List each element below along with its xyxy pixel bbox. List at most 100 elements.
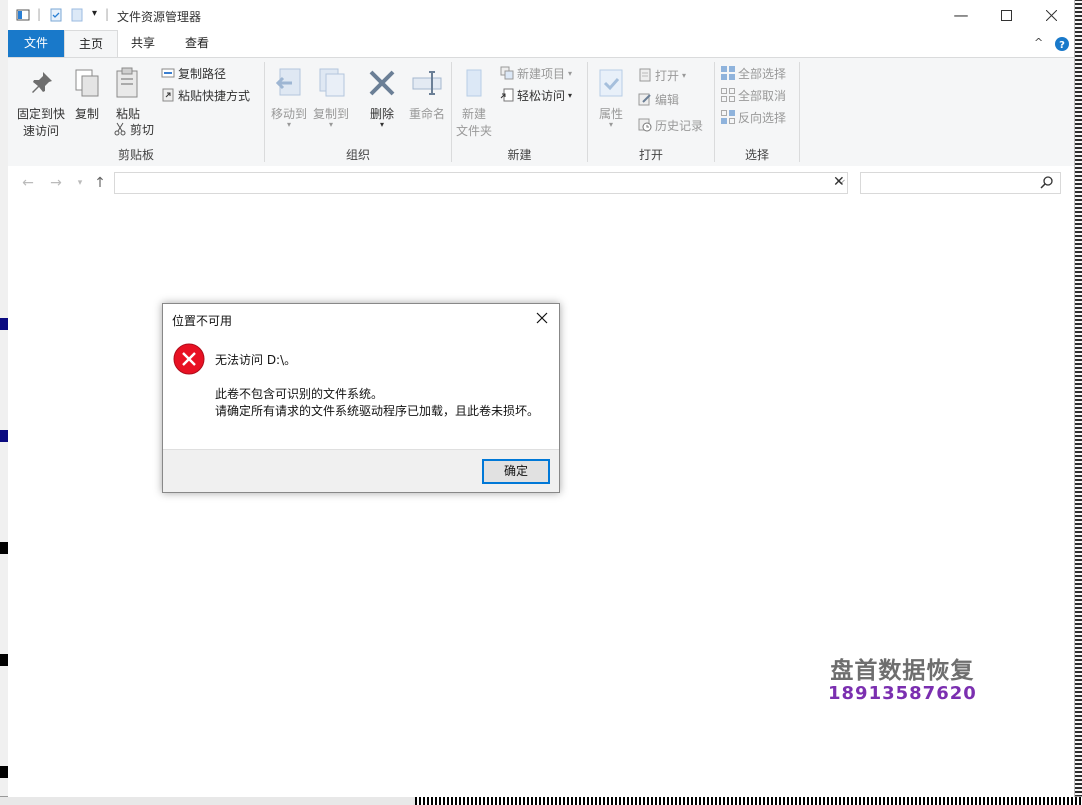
maximize-button[interactable] [983, 0, 1029, 30]
invert-selection-icon [721, 110, 735, 124]
app-icon [16, 9, 30, 21]
close-icon [536, 312, 548, 324]
forward-arrow-icon: → [50, 175, 62, 191]
select-group: 全部选择 全部取消 反向选择 选择 [715, 58, 799, 166]
select-all-button[interactable]: 全部选择 [721, 64, 786, 82]
edit-button[interactable]: 编辑 [638, 90, 679, 108]
window-title: 文件资源管理器 [117, 10, 202, 24]
scissors-icon [114, 122, 126, 136]
paste-shortcut-label: 粘贴快捷方式 [178, 88, 251, 103]
select-group-label: 选择 [744, 148, 769, 162]
close-icon [1045, 9, 1057, 21]
copy-icon [75, 69, 99, 97]
minimize-button[interactable]: — [938, 0, 984, 30]
background-stripe [0, 542, 8, 554]
minimize-icon: — [953, 6, 969, 24]
ribbon-tabs: 文件 主页 共享 查看 ^ ? [8, 30, 1074, 58]
group-separator [799, 62, 800, 162]
paste-shortcut-icon [162, 88, 174, 102]
select-none-button[interactable]: 全部取消 [721, 86, 786, 104]
background-window-edge-right [1074, 0, 1082, 805]
back-button[interactable]: ← [18, 174, 38, 192]
delete-button[interactable]: 删除 ▾ [365, 66, 399, 129]
pin-icon [32, 72, 52, 93]
forward-button[interactable]: → [46, 174, 66, 192]
open-button[interactable]: 打开 ▾ [638, 66, 686, 84]
rename-label: 重命名 [408, 107, 445, 121]
new-folder-icon [466, 69, 482, 97]
file-list-area[interactable] [8, 200, 1074, 797]
rename-icon [412, 71, 442, 95]
watermark: 盘首数据恢复 18913587620 [828, 651, 977, 704]
cut-button[interactable]: 剪切 [113, 120, 154, 138]
open-group: 属性 ▾ 打开 ▾ 编辑 历史记录 打开 [588, 58, 714, 166]
organize-group-label: 组织 [345, 148, 370, 162]
tab-share[interactable]: 共享 [116, 30, 170, 57]
title-bar: | ▾ | 文件资源管理器 — [8, 0, 1074, 30]
properties-qa-icon[interactable] [49, 8, 63, 22]
back-arrow-icon: ← [22, 175, 34, 191]
paste-icon [116, 67, 138, 98]
copy-to-button[interactable]: 复制到 ▾ [311, 66, 351, 129]
copy-label: 复制 [74, 107, 99, 121]
maximize-icon [1000, 9, 1012, 21]
copy-button[interactable]: 复制 [70, 66, 104, 122]
up-button[interactable]: ↑ [90, 174, 110, 192]
pin-quick-access-button[interactable]: 固定到快 速访问 [12, 66, 70, 139]
qa-separator: | [105, 7, 110, 21]
tab-home[interactable]: 主页 [64, 30, 118, 58]
customize-qa-icon[interactable]: ▾ [92, 8, 97, 19]
tab-view[interactable]: 查看 [170, 30, 224, 57]
paste-button[interactable]: 粘贴 [111, 66, 145, 122]
copy-path-button[interactable]: 复制路径 [161, 64, 226, 82]
copy-to-icon [319, 68, 345, 97]
background-taskbar-edge [0, 796, 1082, 805]
new-folder-qa-icon[interactable] [70, 8, 84, 22]
edit-label: 编辑 [655, 92, 680, 107]
up-arrow-icon: ↑ [94, 175, 106, 191]
new-folder-label-1: 新建 [461, 107, 486, 121]
move-to-button[interactable]: 移动到 ▾ [269, 66, 309, 129]
watermark-company: 盘首数据恢复 [830, 658, 975, 684]
address-bar[interactable]: ⌵ [114, 172, 848, 194]
close-button[interactable] [1028, 0, 1074, 30]
delete-x-icon [369, 70, 395, 96]
clipboard-group: 固定到快 速访问 复制 粘贴 复制路径 粘贴快捷方式 剪切 剪贴板 [8, 58, 264, 166]
background-stripe [0, 766, 8, 778]
properties-icon [599, 69, 623, 97]
select-none-icon [721, 88, 735, 102]
search-box[interactable] [860, 172, 1061, 194]
tab-file[interactable]: 文件 [8, 30, 64, 57]
clear-address-icon[interactable]: ✕ [833, 174, 845, 190]
ok-button[interactable]: 确定 [482, 459, 550, 484]
history-button[interactable]: 历史记录 [638, 116, 703, 134]
navigation-bar: ← → ▾ ↑ ⌵ ✕ [8, 166, 1074, 200]
dialog-footer: 确定 [163, 449, 559, 492]
select-all-icon [721, 66, 735, 80]
invert-selection-button[interactable]: 反向选择 [721, 108, 786, 126]
history-label: 历史记录 [655, 118, 704, 133]
new-group-label: 新建 [507, 148, 532, 162]
invert-selection-label: 反向选择 [738, 110, 787, 125]
help-icon[interactable]: ? [1055, 37, 1069, 51]
error-icon [173, 343, 205, 375]
collapse-ribbon-icon[interactable]: ^ [1034, 36, 1043, 49]
dialog-message: 无法访问 D:\。 [215, 353, 297, 367]
new-folder-label-2: 文件夹 [455, 124, 492, 138]
easy-access-label: 轻松访问 [517, 88, 566, 103]
dialog-close-button[interactable] [531, 307, 553, 329]
paste-shortcut-button[interactable]: 粘贴快捷方式 [161, 86, 250, 104]
new-folder-button[interactable]: 新建 文件夹 [454, 66, 494, 139]
copy-path-label: 复制路径 [178, 66, 227, 81]
dialog-title: 位置不可用 [172, 314, 233, 328]
rename-button[interactable]: 重命名 [407, 66, 447, 122]
properties-button[interactable]: 属性 ▾ [594, 66, 628, 129]
new-group: 新建 文件夹 新建项目 ▾ 轻松访问 ▾ 新建 [452, 58, 587, 166]
easy-access-button[interactable]: 轻松访问 ▾ [500, 86, 572, 104]
new-item-label: 新建项目 [517, 66, 566, 81]
select-none-label: 全部取消 [738, 88, 787, 103]
new-item-button[interactable]: 新建项目 ▾ [500, 64, 572, 82]
clipboard-group-label: 剪贴板 [117, 148, 154, 162]
recent-locations-button[interactable]: ▾ [70, 174, 90, 192]
easy-access-icon [500, 88, 514, 102]
